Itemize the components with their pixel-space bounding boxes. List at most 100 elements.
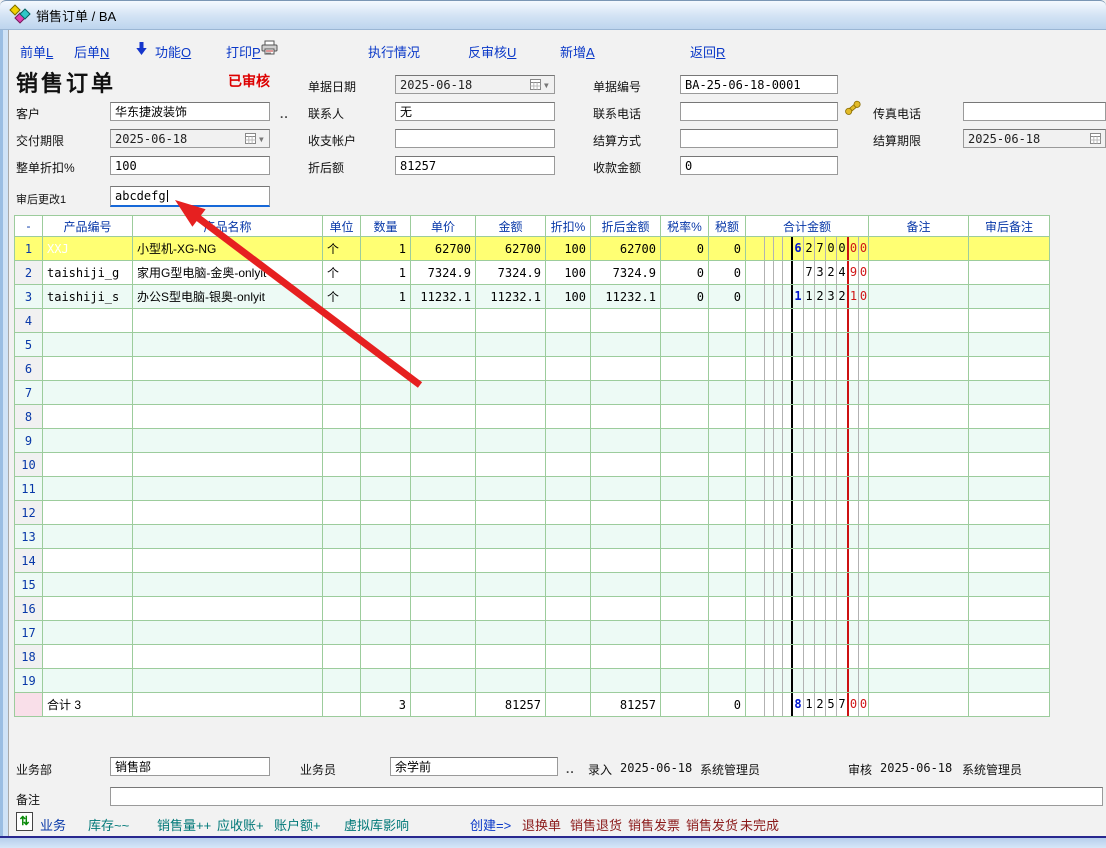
cell-total[interactable] [746, 333, 869, 357]
cell-name[interactable] [133, 405, 323, 429]
cell-tax[interactable] [709, 525, 746, 549]
cell-total[interactable] [746, 645, 869, 669]
cell-tax[interactable] [709, 381, 746, 405]
statusbar-inventory-link[interactable]: 库存~~ [88, 815, 129, 834]
cell-price[interactable]: 62700 [411, 237, 476, 261]
cell-price[interactable] [411, 405, 476, 429]
cell-discount[interactable]: 100 [546, 285, 591, 309]
cell-price[interactable] [411, 453, 476, 477]
order-discount-field[interactable]: 100 [110, 156, 270, 175]
cell-audit_remark[interactable] [969, 357, 1050, 381]
cell-num[interactable]: 7 [15, 381, 43, 405]
salesman-field[interactable]: 余学前 [390, 757, 558, 776]
cell-tax[interactable] [709, 549, 746, 573]
cell-qty[interactable] [361, 381, 411, 405]
unaudit-button[interactable]: 反审核U [468, 42, 516, 61]
statusbar-sales-invoice-link[interactable]: 销售发票 [628, 815, 680, 834]
statusbar-return-exchange-link[interactable]: 退换单 [522, 815, 561, 834]
discounted-total-field[interactable]: 81257 [395, 156, 555, 175]
cell-code[interactable] [43, 309, 133, 333]
cell-tax[interactable] [709, 405, 746, 429]
customer-field[interactable]: 华东捷波装饰 [110, 102, 270, 121]
cell-name[interactable] [133, 669, 323, 693]
cell-disc_amount[interactable] [591, 333, 661, 357]
cell-name[interactable] [133, 477, 323, 501]
cell-disc_amount[interactable] [591, 477, 661, 501]
return-button[interactable]: 返回R [690, 42, 725, 61]
cell-num[interactable]: 6 [15, 357, 43, 381]
cell-qty[interactable] [361, 477, 411, 501]
cell-discount[interactable]: 100 [546, 237, 591, 261]
cell-total[interactable] [746, 597, 869, 621]
cell-unit[interactable] [323, 333, 361, 357]
cell-audit_remark[interactable] [969, 261, 1050, 285]
prev-order-button[interactable]: 前单L [20, 42, 53, 61]
cell-tax[interactable] [709, 573, 746, 597]
contact-field[interactable]: 无 [395, 102, 555, 121]
cell-tax_rate[interactable] [661, 333, 709, 357]
cell-tax_rate[interactable] [661, 357, 709, 381]
cell-unit[interactable] [323, 645, 361, 669]
cell-discount[interactable]: 100 [546, 261, 591, 285]
cell-audit_remark[interactable] [969, 549, 1050, 573]
cell-price[interactable]: 7324.9 [411, 261, 476, 285]
cell-disc_amount[interactable] [591, 621, 661, 645]
cell-total[interactable] [746, 573, 869, 597]
cell-price[interactable] [411, 597, 476, 621]
cell-total[interactable] [746, 525, 869, 549]
dept-field[interactable]: 销售部 [110, 757, 270, 776]
cell-disc_amount[interactable] [591, 309, 661, 333]
cell-amount[interactable] [476, 453, 546, 477]
cell-code[interactable] [43, 405, 133, 429]
cell-num[interactable]: 19 [15, 669, 43, 693]
cell-tax_rate[interactable]: 0 [661, 285, 709, 309]
cell-unit[interactable] [323, 525, 361, 549]
cell-amount[interactable] [476, 597, 546, 621]
cell-tax[interactable] [709, 597, 746, 621]
cell-unit[interactable] [323, 381, 361, 405]
cell-name[interactable] [133, 645, 323, 669]
cell-qty[interactable]: 1 [361, 261, 411, 285]
cell-code[interactable] [43, 645, 133, 669]
cell-disc_amount[interactable] [591, 381, 661, 405]
fax-field[interactable] [963, 102, 1106, 121]
cell-qty[interactable] [361, 357, 411, 381]
cell-qty[interactable] [361, 501, 411, 525]
cell-amount[interactable] [476, 645, 546, 669]
cell-name[interactable]: 办公S型电脑-银奥-onlyit [133, 285, 323, 309]
cell-qty[interactable]: 1 [361, 285, 411, 309]
cell-remark[interactable] [869, 429, 969, 453]
cell-amount[interactable] [476, 549, 546, 573]
cell-num[interactable]: 3 [15, 285, 43, 309]
cell-tax[interactable] [709, 357, 746, 381]
cell-remark[interactable] [869, 285, 969, 309]
cell-qty[interactable] [361, 453, 411, 477]
cell-disc_amount[interactable] [591, 669, 661, 693]
cell-discount[interactable] [546, 309, 591, 333]
cell-tax_rate[interactable] [661, 669, 709, 693]
cell-disc_amount[interactable]: 11232.1 [591, 285, 661, 309]
cell-disc_amount[interactable] [591, 405, 661, 429]
statusbar-sales-volume-link[interactable]: 销售量++ [157, 815, 211, 834]
cell-disc_amount[interactable] [591, 645, 661, 669]
cell-price[interactable] [411, 333, 476, 357]
cell-code[interactable] [43, 381, 133, 405]
cell-name[interactable] [133, 597, 323, 621]
statusbar-business-link[interactable]: 业务 [40, 815, 66, 834]
cell-price[interactable] [411, 573, 476, 597]
cell-discount[interactable] [546, 429, 591, 453]
cell-total[interactable] [746, 309, 869, 333]
cell-code[interactable] [43, 333, 133, 357]
cell-price[interactable] [411, 381, 476, 405]
cell-discount[interactable] [546, 333, 591, 357]
statusbar-sales-return-link[interactable]: 销售退货 [570, 815, 622, 834]
calendar-icon[interactable] [1090, 133, 1101, 144]
cell-disc_amount[interactable] [591, 429, 661, 453]
cell-tax_rate[interactable] [661, 501, 709, 525]
cell-total[interactable] [746, 357, 869, 381]
next-order-button[interactable]: 后单N [74, 42, 109, 61]
cell-qty[interactable] [361, 333, 411, 357]
cell-code[interactable] [43, 357, 133, 381]
cell-audit_remark[interactable] [969, 573, 1050, 597]
cell-amount[interactable] [476, 333, 546, 357]
